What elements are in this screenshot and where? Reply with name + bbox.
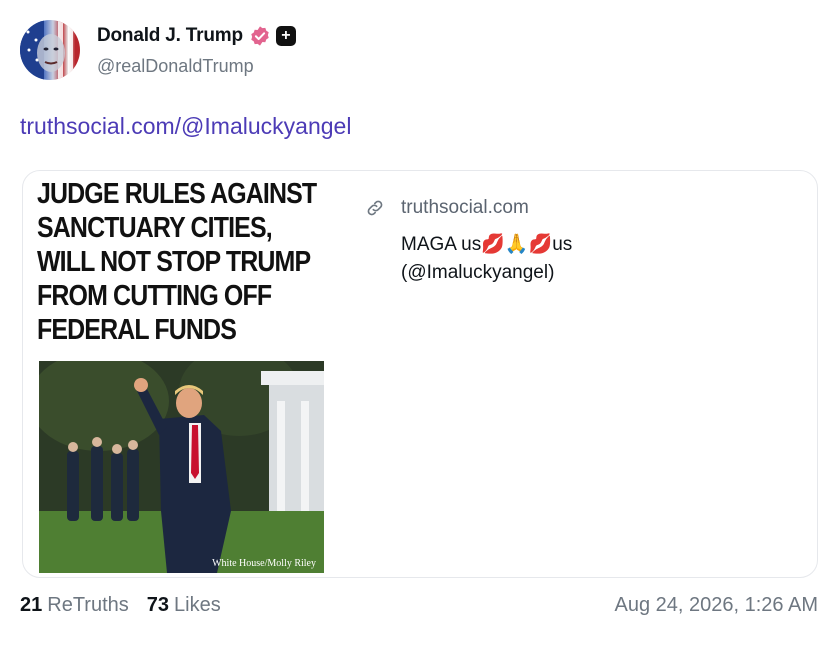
link-preview-title[interactable]: MAGA us💋🙏💋us (@Imaluckyangel) (401, 231, 701, 287)
thumbnail-headline: JUDGE RULES AGAINST SANCTUARY CITIES, WI… (37, 175, 329, 347)
post-stats: 21 ReTruths 73 Likes Aug 24, 2026, 1:26 … (20, 594, 818, 617)
photo-credit: White House/Molly Riley (212, 558, 316, 569)
author-display-name[interactable]: Donald J. Trump (97, 25, 243, 47)
likes-count: 73 (146, 594, 170, 616)
retruths-stat[interactable]: 21 ReTruths (20, 594, 129, 617)
headline-line: WILL NOT STOP TRUMP (37, 246, 311, 278)
author-handle[interactable]: @realDonaldTrump (97, 56, 296, 77)
link-preview-title-line: MAGA us💋🙏💋us (401, 234, 573, 255)
thumbnail-photo: White House/Molly Riley (39, 361, 324, 573)
link-preview-source[interactable]: truthsocial.com (401, 197, 529, 219)
retruths-count: 21 (20, 594, 43, 616)
link-preview-subtitle: (@Imaluckyangel) (401, 262, 555, 283)
post-link[interactable]: truthsocial.com/@Imaluckyangel (20, 113, 351, 140)
headline-line: FROM CUTTING OFF (37, 280, 272, 312)
retruths-label: ReTruths (47, 594, 129, 616)
link-icon (367, 200, 383, 216)
avatar-image (20, 20, 73, 80)
photo-illustration (39, 361, 324, 573)
post-timestamp[interactable]: Aug 24, 2026, 1:26 AM (615, 594, 819, 617)
headline-line: SANCTUARY CITIES, (37, 212, 273, 244)
headline-line: JUDGE RULES AGAINST (37, 178, 317, 210)
link-preview-card[interactable]: JUDGE RULES AGAINST SANCTUARY CITIES, WI… (22, 170, 818, 578)
verified-badge-icon (251, 25, 269, 46)
avatar[interactable] (20, 20, 80, 80)
likes-label: Likes (174, 594, 221, 616)
post-header: Donald J. Trump + @realDonaldTrump (20, 20, 296, 80)
link-preview-meta: truthsocial.com MAGA us💋🙏💋us (@Imaluckya… (365, 197, 701, 287)
likes-stat[interactable]: 73 Likes (147, 594, 221, 617)
plus-badge-icon: + (275, 25, 296, 46)
link-preview-thumbnail: JUDGE RULES AGAINST SANCTUARY CITIES, WI… (37, 175, 325, 573)
headline-line: FEDERAL FUNDS (37, 314, 237, 346)
